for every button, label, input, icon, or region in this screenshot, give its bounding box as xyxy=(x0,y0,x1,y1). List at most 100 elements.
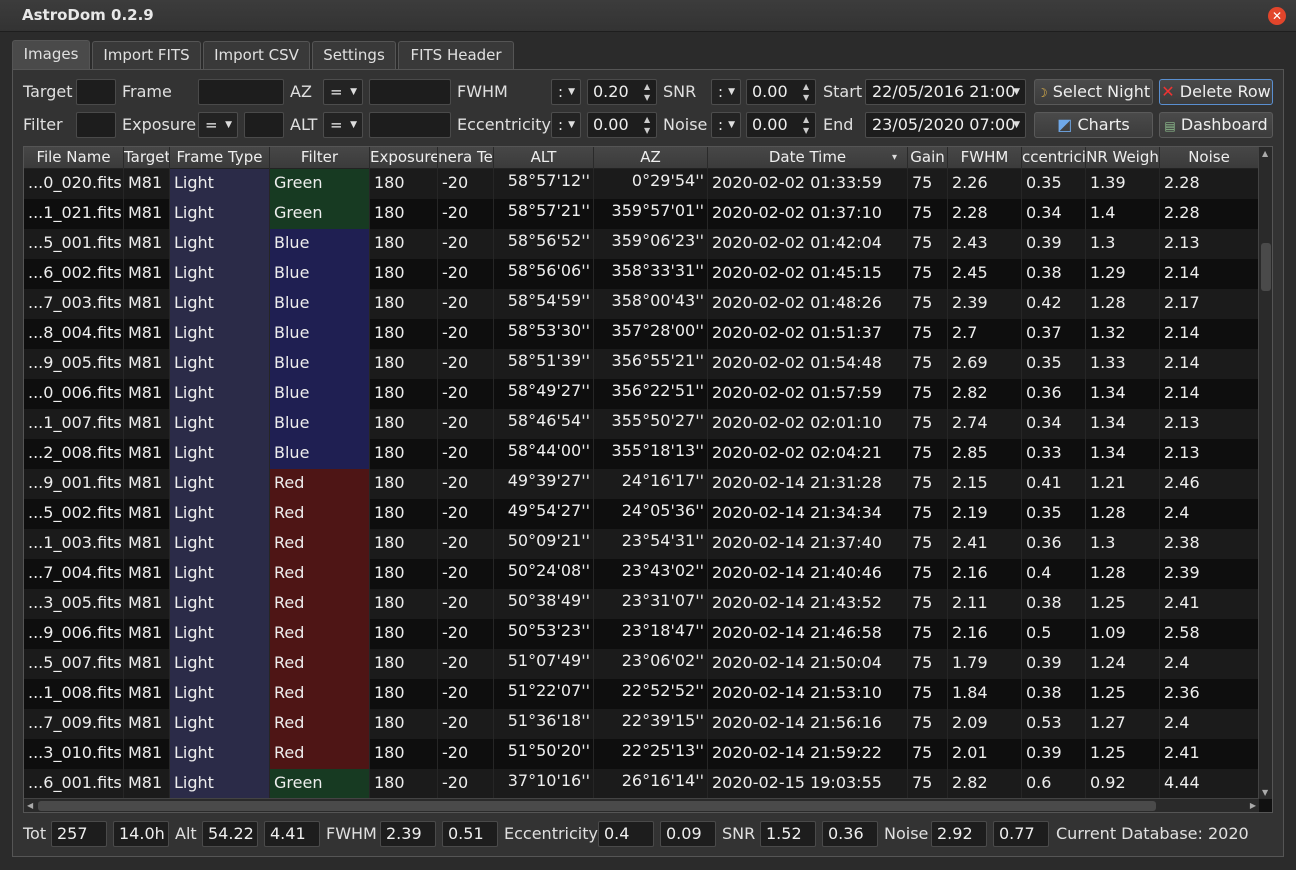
table-row[interactable]: ...5_002.fits M81 Light Red 180 -20 49°54'27''… xyxy=(24,499,1259,529)
delete-row-button[interactable]: ✕ Delete Row xyxy=(1159,79,1273,105)
snr-spinbox[interactable]: 0.00 ▲ ▼ xyxy=(746,79,816,105)
table-row[interactable]: ...1_003.fits M81 Light Red 180 -20 50°09'21''… xyxy=(24,529,1259,559)
table-cell: 1.34 xyxy=(1086,439,1160,469)
table-row[interactable]: ...7_003.fits M81 Light Blue 180 -20 58°54'59'… xyxy=(24,289,1259,319)
column-header[interactable]: File Name xyxy=(24,147,124,169)
table-cell: 2.82 xyxy=(948,379,1022,409)
start-datetime-picker[interactable]: 22/05/2016 21:00 ▼ xyxy=(865,79,1026,105)
filter-input[interactable] xyxy=(76,112,116,138)
end-label: End xyxy=(823,115,854,134)
table-row[interactable]: ...6_001.fits M81 Light Green 180 -20 37°10'16… xyxy=(24,769,1259,799)
table-cell: 51°07'49'' xyxy=(494,649,594,679)
noise-operator-select[interactable]: : ▼ xyxy=(711,112,741,138)
table-row[interactable]: ...7_004.fits M81 Light Red 180 -20 50°24'08''… xyxy=(24,559,1259,589)
table-row[interactable]: ...2_008.fits M81 Light Blue 180 -20 58°44'00'… xyxy=(24,439,1259,469)
target-input[interactable] xyxy=(76,79,116,105)
table-cell: Blue xyxy=(270,259,370,289)
eccentricity-operator-select[interactable]: : ▼ xyxy=(551,112,581,138)
table-cell: 75 xyxy=(908,679,948,709)
alt-sd-field: 4.41 xyxy=(264,821,320,847)
column-header[interactable]: Date Time xyxy=(708,147,908,169)
column-header[interactable]: Frame Type xyxy=(170,147,270,169)
noise-spinbox[interactable]: 0.00 ▲ ▼ xyxy=(746,112,816,138)
delete-row-label: Delete Row xyxy=(1179,82,1271,101)
scroll-up-icon[interactable]: ▲ xyxy=(1262,149,1268,158)
snr-operator-select[interactable]: : ▼ xyxy=(711,79,741,105)
vertical-scroll-thumb[interactable] xyxy=(1261,243,1271,291)
table-row[interactable]: ...5_001.fits M81 Light Blue 180 -20 58°56'52'… xyxy=(24,229,1259,259)
table-row[interactable]: ...3_005.fits M81 Light Red 180 -20 50°38'49''… xyxy=(24,589,1259,619)
spin-arrows-icon[interactable]: ▲ ▼ xyxy=(803,81,813,103)
column-header[interactable]: nera Te xyxy=(438,147,494,169)
tab-import-fits[interactable]: Import FITS xyxy=(92,41,201,70)
column-header[interactable]: AZ xyxy=(594,147,708,169)
tab-import-csv[interactable]: Import CSV xyxy=(203,41,310,70)
column-header[interactable]: Target xyxy=(124,147,170,169)
table-cell: 2.28 xyxy=(948,199,1022,229)
alt-input[interactable] xyxy=(369,112,451,138)
spin-arrows-icon[interactable]: ▲ ▼ xyxy=(803,114,813,136)
column-header[interactable]: FWHM xyxy=(948,147,1022,169)
table-row[interactable]: ...9_005.fits M81 Light Blue 180 -20 58°51'39'… xyxy=(24,349,1259,379)
column-header[interactable]: ALT xyxy=(494,147,594,169)
fwhm-spinbox[interactable]: 0.20 ▲ ▼ xyxy=(587,79,657,105)
column-header[interactable]: Filter xyxy=(270,147,370,169)
table-cell: -20 xyxy=(438,289,494,319)
select-night-button[interactable]: ☽ Select Night xyxy=(1034,79,1153,105)
table-cell: -20 xyxy=(438,679,494,709)
table-row[interactable]: ...1_007.fits M81 Light Blue 180 -20 58°46'54'… xyxy=(24,409,1259,439)
dashboard-button[interactable]: ▤ Dashboard xyxy=(1159,112,1273,138)
scroll-left-icon[interactable]: ◀ xyxy=(27,801,33,810)
alt-operator-select[interactable]: = ▼ xyxy=(323,112,363,138)
vertical-scrollbar[interactable]: ▲ ▼ xyxy=(1258,147,1272,799)
table-row[interactable]: ...5_007.fits M81 Light Red 180 -20 51°07'49''… xyxy=(24,649,1259,679)
table-cell: 1.24 xyxy=(1086,649,1160,679)
table-cell: -20 xyxy=(438,169,494,199)
column-header[interactable]: Gain xyxy=(908,147,948,169)
charts-button[interactable]: ◩ Charts xyxy=(1034,112,1153,138)
table-row[interactable]: ...9_006.fits M81 Light Red 180 -20 50°53'23''… xyxy=(24,619,1259,649)
exposure-operator-select[interactable]: = ▼ xyxy=(198,112,238,138)
table-header: File Name Target Frame Type Filter Exposure n… xyxy=(24,147,1259,169)
tab-fits-header[interactable]: FITS Header xyxy=(398,41,514,70)
eccentricity-operator-value: : xyxy=(558,116,564,134)
table-cell: -20 xyxy=(438,349,494,379)
frame-input[interactable] xyxy=(198,79,284,105)
table-cell: Blue xyxy=(270,229,370,259)
tab-images[interactable]: Images xyxy=(12,40,90,70)
table-row[interactable]: ...0_006.fits M81 Light Blue 180 -20 58°49'27'… xyxy=(24,379,1259,409)
table-row[interactable]: ...8_004.fits M81 Light Blue 180 -20 58°53'30'… xyxy=(24,319,1259,349)
table-row[interactable]: ...1_021.fits M81 Light Green 180 -20 58°57'21… xyxy=(24,199,1259,229)
column-header[interactable]: NR Weigh xyxy=(1086,147,1160,169)
column-header[interactable]: Exposure xyxy=(370,147,438,169)
eccentricity-spinbox[interactable]: 0.00 ▲ ▼ xyxy=(587,112,657,138)
table-cell: 50°24'08'' xyxy=(494,559,594,589)
table-cell: 1.34 xyxy=(1086,409,1160,439)
table-row[interactable]: ...7_009.fits M81 Light Red 180 -20 51°36'18''… xyxy=(24,709,1259,739)
table-row[interactable]: ...1_008.fits M81 Light Red 180 -20 51°22'07''… xyxy=(24,679,1259,709)
tab-settings[interactable]: Settings xyxy=(312,41,396,70)
table-cell: Light xyxy=(170,649,270,679)
scroll-right-icon[interactable]: ▶ xyxy=(1250,801,1256,810)
fwhm-operator-select[interactable]: : ▼ xyxy=(551,79,581,105)
end-datetime-picker[interactable]: 23/05/2020 07:00 ▼ xyxy=(865,112,1026,138)
title-bar: AstroDom 0.2.9 ✕ xyxy=(0,0,1296,32)
column-header[interactable]: ccentrici xyxy=(1022,147,1086,169)
table-row[interactable]: ...9_001.fits M81 Light Red 180 -20 49°39'27''… xyxy=(24,469,1259,499)
spin-arrows-icon[interactable]: ▲ ▼ xyxy=(644,81,654,103)
table-row[interactable]: ...6_002.fits M81 Light Blue 180 -20 58°56'06'… xyxy=(24,259,1259,289)
scroll-down-icon[interactable]: ▼ xyxy=(1262,788,1268,797)
spin-arrows-icon[interactable]: ▲ ▼ xyxy=(644,114,654,136)
table-cell: Light xyxy=(170,769,270,799)
column-header[interactable]: Noise xyxy=(1160,147,1259,169)
table-cell: -20 xyxy=(438,379,494,409)
horizontal-scroll-thumb[interactable] xyxy=(38,801,1156,811)
table-row[interactable]: ...3_010.fits M81 Light Red 180 -20 51°50'20''… xyxy=(24,739,1259,769)
horizontal-scrollbar[interactable]: ◀ ▶ xyxy=(24,798,1259,812)
table-cell: Green xyxy=(270,199,370,229)
exposure-input[interactable] xyxy=(244,112,284,138)
table-row[interactable]: ...0_020.fits M81 Light Green 180 -20 58°57'12… xyxy=(24,169,1259,199)
az-operator-select[interactable]: = ▼ xyxy=(323,79,363,105)
close-icon[interactable]: ✕ xyxy=(1268,7,1286,25)
az-input[interactable] xyxy=(369,79,451,105)
